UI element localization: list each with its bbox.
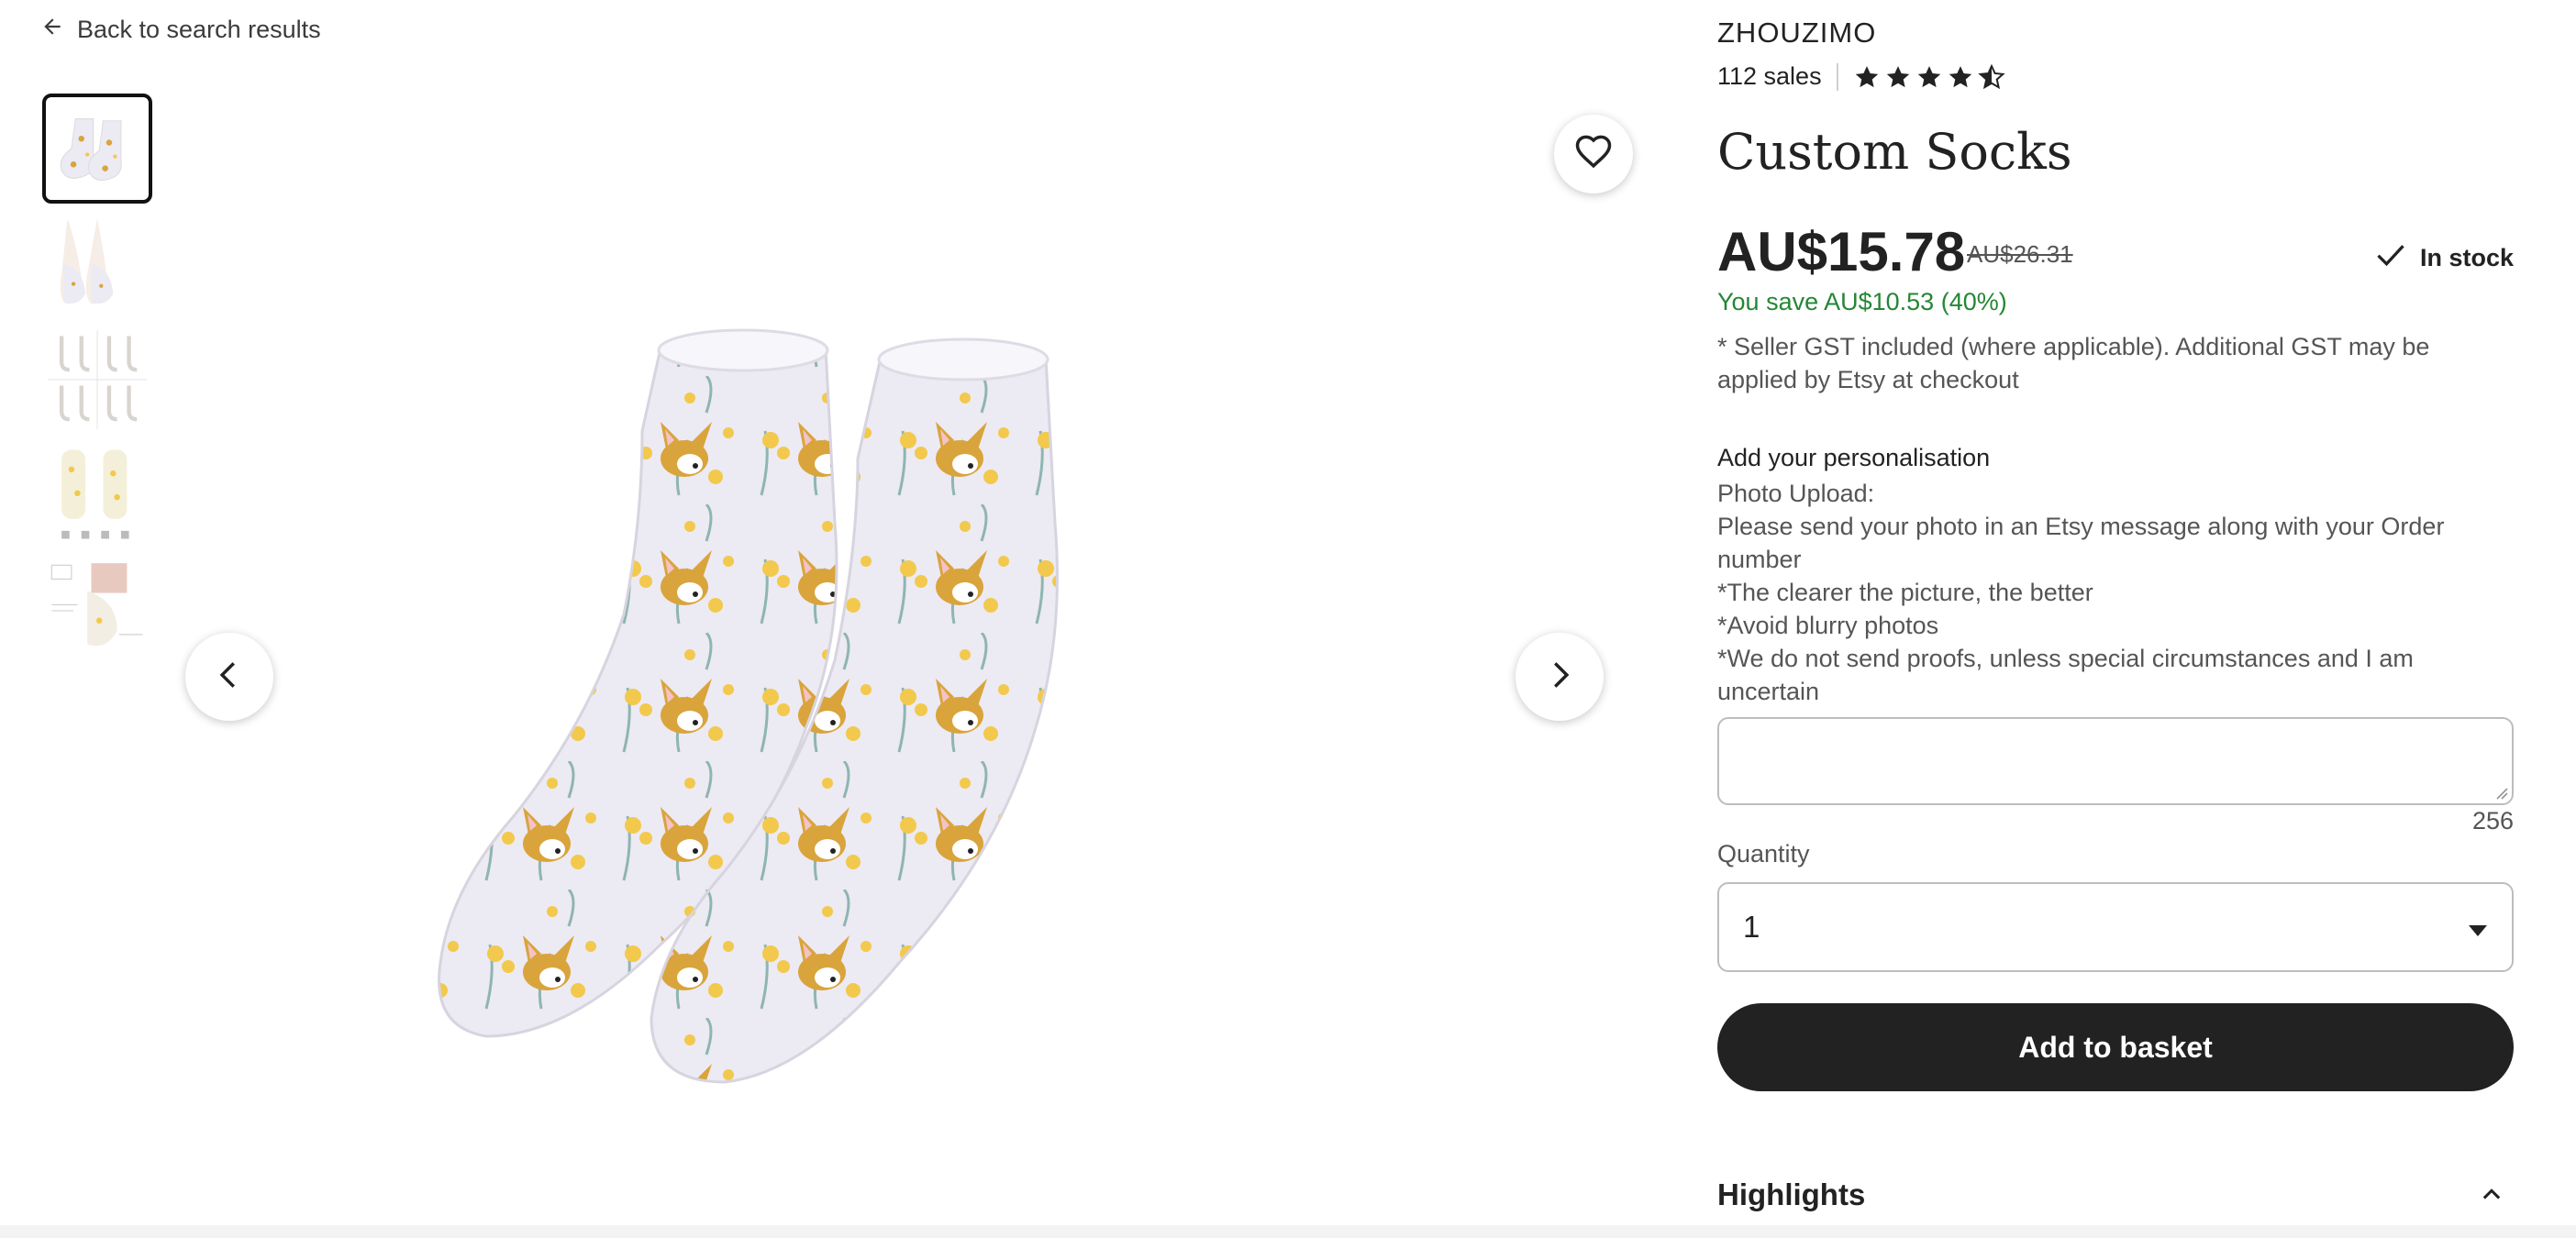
chevron-left-icon [212,658,247,697]
thumbnail-socks-image [48,99,147,198]
current-price: AU$15.78 [1717,221,1966,282]
listing-details: ZHOUZIMO 112 sales Custom Socks AU$15.78… [1717,0,2514,1238]
stock-status: In stock [2374,238,2514,278]
instruction-line: *We do not send proofs, unless special c… [1717,645,2414,705]
stock-status-label: In stock [2419,244,2514,271]
thumbnail-2[interactable] [42,209,152,319]
resize-grip-icon[interactable] [2495,787,2508,800]
thumbnail-flat-socks-image [48,446,147,545]
thumbnail-4[interactable] [42,440,152,550]
character-count: 256 [2471,807,2514,835]
checkmark-icon [2374,238,2407,278]
back-link-label: Back to search results [77,16,321,43]
sales-rating-row: 112 sales [1717,62,2005,91]
heart-icon [1574,133,1613,176]
quantity-value: 1 [1743,910,1760,944]
thumbnail-1[interactable] [42,94,152,204]
sales-count: 112 sales [1717,62,1822,90]
page-bottom-edge [0,1225,2576,1238]
divider [1836,62,1838,91]
shop-name-link[interactable]: ZHOUZIMO [1717,17,1876,50]
star-icon [1855,65,1878,87]
image-gallery [183,92,1633,1238]
highlights-section-toggle[interactable]: Highlights [1717,1177,2514,1212]
instruction-line: *The clearer the picture, the better [1717,579,2093,606]
thumbnail-grid-image [48,330,147,429]
quantity-label: Quantity [1717,840,1810,868]
thumbnail-worn-socks-image [48,215,147,314]
arrow-left-icon [40,15,64,45]
half-star-icon [1977,63,2005,89]
gst-note: * Seller GST included (where applicable)… [1717,333,2430,393]
instruction-line: Please send your photo in an Etsy messag… [1717,513,2445,573]
quantity-select[interactable]: 1 [1717,882,2514,972]
add-to-basket-button[interactable]: Add to basket [1717,1003,2514,1091]
caret-down-icon [2468,910,2488,945]
instruction-line: Photo Upload: [1717,480,1875,507]
highlights-heading: Highlights [1717,1177,1866,1211]
personalisation-label: Add your personalisation [1717,444,1991,471]
next-image-button[interactable] [1516,633,1604,721]
previous-image-button[interactable] [185,633,273,721]
personalisation-input[interactable] [1717,717,2514,805]
star-rating[interactable] [1853,63,2005,91]
favorite-button[interactable] [1554,115,1633,193]
thumbnail-3[interactable] [42,325,152,435]
chevron-up-icon [2482,1188,2501,1199]
star-icon [1886,65,1909,87]
chevron-right-icon [1542,658,1577,697]
star-icon [1917,65,1940,87]
savings-text: You save AU$10.53 (40%) [1717,288,2007,315]
star-icon [1949,65,1971,87]
listing-title: Custom Socks [1717,123,2072,181]
product-socks-image [438,328,1059,1084]
original-price: AU$26.31 [1967,240,2073,268]
personalisation-instructions: Photo Upload: Please send your photo in … [1717,477,2514,708]
back-to-search-link[interactable]: Back to search results [40,15,321,45]
instruction-line: *Avoid blurry photos [1717,612,1939,639]
thumbnail-5[interactable] [42,556,152,666]
thumbnail-detail-image [48,561,147,660]
